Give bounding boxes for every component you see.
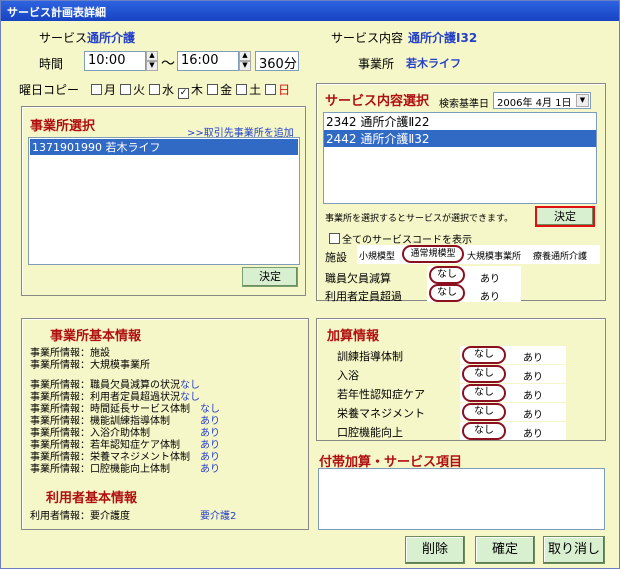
addition-none[interactable]: なし (462, 384, 506, 402)
user-info-value: 要介護2 (200, 511, 237, 522)
addition-label: 栄養マネジメント (337, 407, 425, 420)
time-end-up[interactable]: ▲ (239, 51, 251, 61)
date-picker[interactable]: 2006年 4月 1日 ▼ (493, 92, 591, 109)
weekday-label: 木 (191, 83, 204, 97)
office-info-key: 事業所情報：大規模事業所 (30, 360, 150, 371)
time-end-down[interactable]: ▼ (239, 61, 251, 71)
user-info-key: 利用者情報：要介護度 (30, 511, 130, 522)
content-label: サービス内容 (331, 31, 404, 45)
time-start-up[interactable]: ▲ (146, 51, 158, 61)
checkbox-icon[interactable] (120, 84, 132, 95)
facility-option-normal[interactable]: 通常規模型 (402, 245, 464, 263)
addition-none[interactable]: なし (462, 346, 506, 364)
over-capacity-label: 利用者定員超過 (325, 290, 402, 303)
user-info-title: 利用者基本情報 (46, 491, 138, 506)
addition-label: 若年性認知症ケア (337, 388, 425, 401)
time-tilde: ～ (161, 56, 175, 72)
weekday-checkbox[interactable]: 土 (236, 83, 261, 97)
service-label: サービス (39, 31, 88, 45)
time-label: 時間 (39, 57, 64, 71)
checkbox-icon[interactable] (207, 84, 219, 95)
addition-yes[interactable]: あり (523, 349, 543, 364)
office-decide-button[interactable]: 決定 (242, 267, 298, 287)
service-list[interactable]: 2342 通所介護Ⅱ22 2442 通所介護Ⅱ32 (323, 112, 597, 204)
addition-yes[interactable]: あり (523, 387, 543, 402)
cancel-button[interactable]: 取り消し (543, 536, 605, 564)
show-all-checkbox[interactable]: 全てのサービスコードを表示 (329, 231, 472, 246)
service-decide-button[interactable]: 決定 (535, 206, 595, 227)
service-hint: 事業所を選択するとサービスが選択できます。 (325, 214, 514, 224)
title-bar: サービス計画表詳細 (1, 1, 619, 21)
weekday-checkbox[interactable]: 日 (265, 83, 290, 97)
office-select-panel: 事業所選択 >>取引先事業所を追加 1371901990 若木ライフ 決定 (21, 106, 306, 296)
weekday-label: 曜日コピー (19, 83, 80, 97)
content-value: 通所介護Ⅰ32 (408, 31, 478, 45)
office-list[interactable]: 1371901990 若木ライフ (28, 137, 300, 265)
checkbox-icon[interactable] (91, 84, 102, 95)
weekday-label: 水 (162, 83, 175, 97)
service-list-item[interactable]: 2342 通所介護Ⅱ22 (324, 113, 596, 130)
window: サービス計画表詳細 サービス 通所介護 時間 10:00 ▲ ▼ ～ 16:00… (0, 0, 620, 569)
addition-yes[interactable]: あり (523, 368, 543, 383)
weekday-checkbox[interactable]: 金 (207, 83, 232, 97)
office-label: 事業所 (358, 57, 395, 71)
addition-none[interactable]: なし (462, 422, 506, 440)
weekday-label: 土 (249, 83, 262, 97)
weekday-checkboxes: 月 火 水 ✓ 木 金 土 日 (91, 81, 294, 99)
extra-list[interactable] (318, 468, 605, 530)
checkbox-icon[interactable] (149, 84, 161, 95)
time-end-input[interactable]: 16:00 (177, 51, 239, 71)
service-select-title: サービス内容選択 (325, 94, 430, 109)
over-capacity-none[interactable]: なし (429, 284, 465, 302)
addition-panel: 加算情報 訓練指導体制 なし あり 入浴 なし あり 若年性認知症ケア なし あり 栄養マネジメン… (316, 318, 606, 441)
checkbox-icon[interactable] (329, 233, 340, 244)
service-value: 通所介護 (87, 31, 136, 45)
staff-shortage-label: 職員欠員減算 (325, 272, 391, 285)
addition-none[interactable]: なし (462, 403, 506, 421)
facility-option-therapy[interactable]: 療養通所介護 (533, 249, 587, 262)
window-title: サービス計画表詳細 (7, 6, 106, 19)
office-value: 若木ライフ (406, 57, 461, 70)
addition-yes[interactable]: あり (523, 425, 543, 440)
staff-shortage-yes[interactable]: あり (480, 270, 500, 285)
service-select-panel: サービス内容選択 検索基準日 2006年 4月 1日 ▼ 2342 通所介護Ⅱ22… (316, 83, 606, 303)
time-start-input[interactable]: 10:00 (84, 51, 146, 71)
addition-none[interactable]: なし (462, 365, 506, 383)
date-value: 2006年 4月 1日 (497, 98, 572, 109)
addition-label: 入浴 (337, 369, 359, 382)
addition-title: 加算情報 (327, 329, 380, 344)
staff-shortage-none[interactable]: なし (429, 266, 465, 284)
date-label: 検索基準日 (439, 99, 489, 110)
weekday-checkbox[interactable]: 月 (91, 83, 116, 97)
addition-label: 訓練指導体制 (337, 350, 403, 363)
checkbox-icon[interactable]: ✓ (178, 88, 190, 99)
addition-yes[interactable]: あり (523, 406, 543, 421)
checkbox-icon[interactable] (236, 84, 248, 95)
office-info-title: 事業所基本情報 (50, 329, 142, 344)
weekday-label: 月 (104, 83, 117, 97)
time-start-down[interactable]: ▼ (146, 61, 158, 71)
over-capacity-yes[interactable]: あり (480, 288, 500, 303)
weekday-checkbox[interactable]: 水 (149, 83, 174, 97)
office-info-key: 事業所情報：口腔機能向上体制 (30, 464, 170, 475)
checkbox-icon[interactable] (265, 84, 277, 95)
office-select-title: 事業所選択 (30, 119, 96, 134)
service-list-item-selected[interactable]: 2442 通所介護Ⅱ32 (324, 130, 596, 147)
weekday-label: 金 (220, 83, 233, 97)
weekday-checkbox[interactable]: 火 (120, 83, 145, 97)
facility-label: 施設 (325, 251, 347, 264)
chevron-down-icon[interactable]: ▼ (576, 94, 589, 107)
facility-option-large[interactable]: 大規模事業所 (467, 249, 521, 262)
delete-button[interactable]: 削除 (405, 536, 465, 564)
office-info-value: あり (200, 464, 220, 475)
confirm-button[interactable]: 確定 (475, 536, 535, 564)
office-list-item[interactable]: 1371901990 若木ライフ (30, 139, 298, 155)
addition-label: 口腔機能向上 (337, 426, 403, 439)
weekday-checkbox[interactable]: ✓ 木 (178, 83, 204, 99)
weekday-label: 火 (133, 83, 146, 97)
duration-field: 360分 (255, 51, 299, 72)
facility-option-small[interactable]: 小規模型 (359, 249, 395, 262)
office-info-panel: 事業所基本情報 事業所情報：施設 事業所情報：大規模事業所 事業所情報：職員欠員減算… (21, 318, 309, 530)
weekday-label: 日 (278, 83, 291, 97)
